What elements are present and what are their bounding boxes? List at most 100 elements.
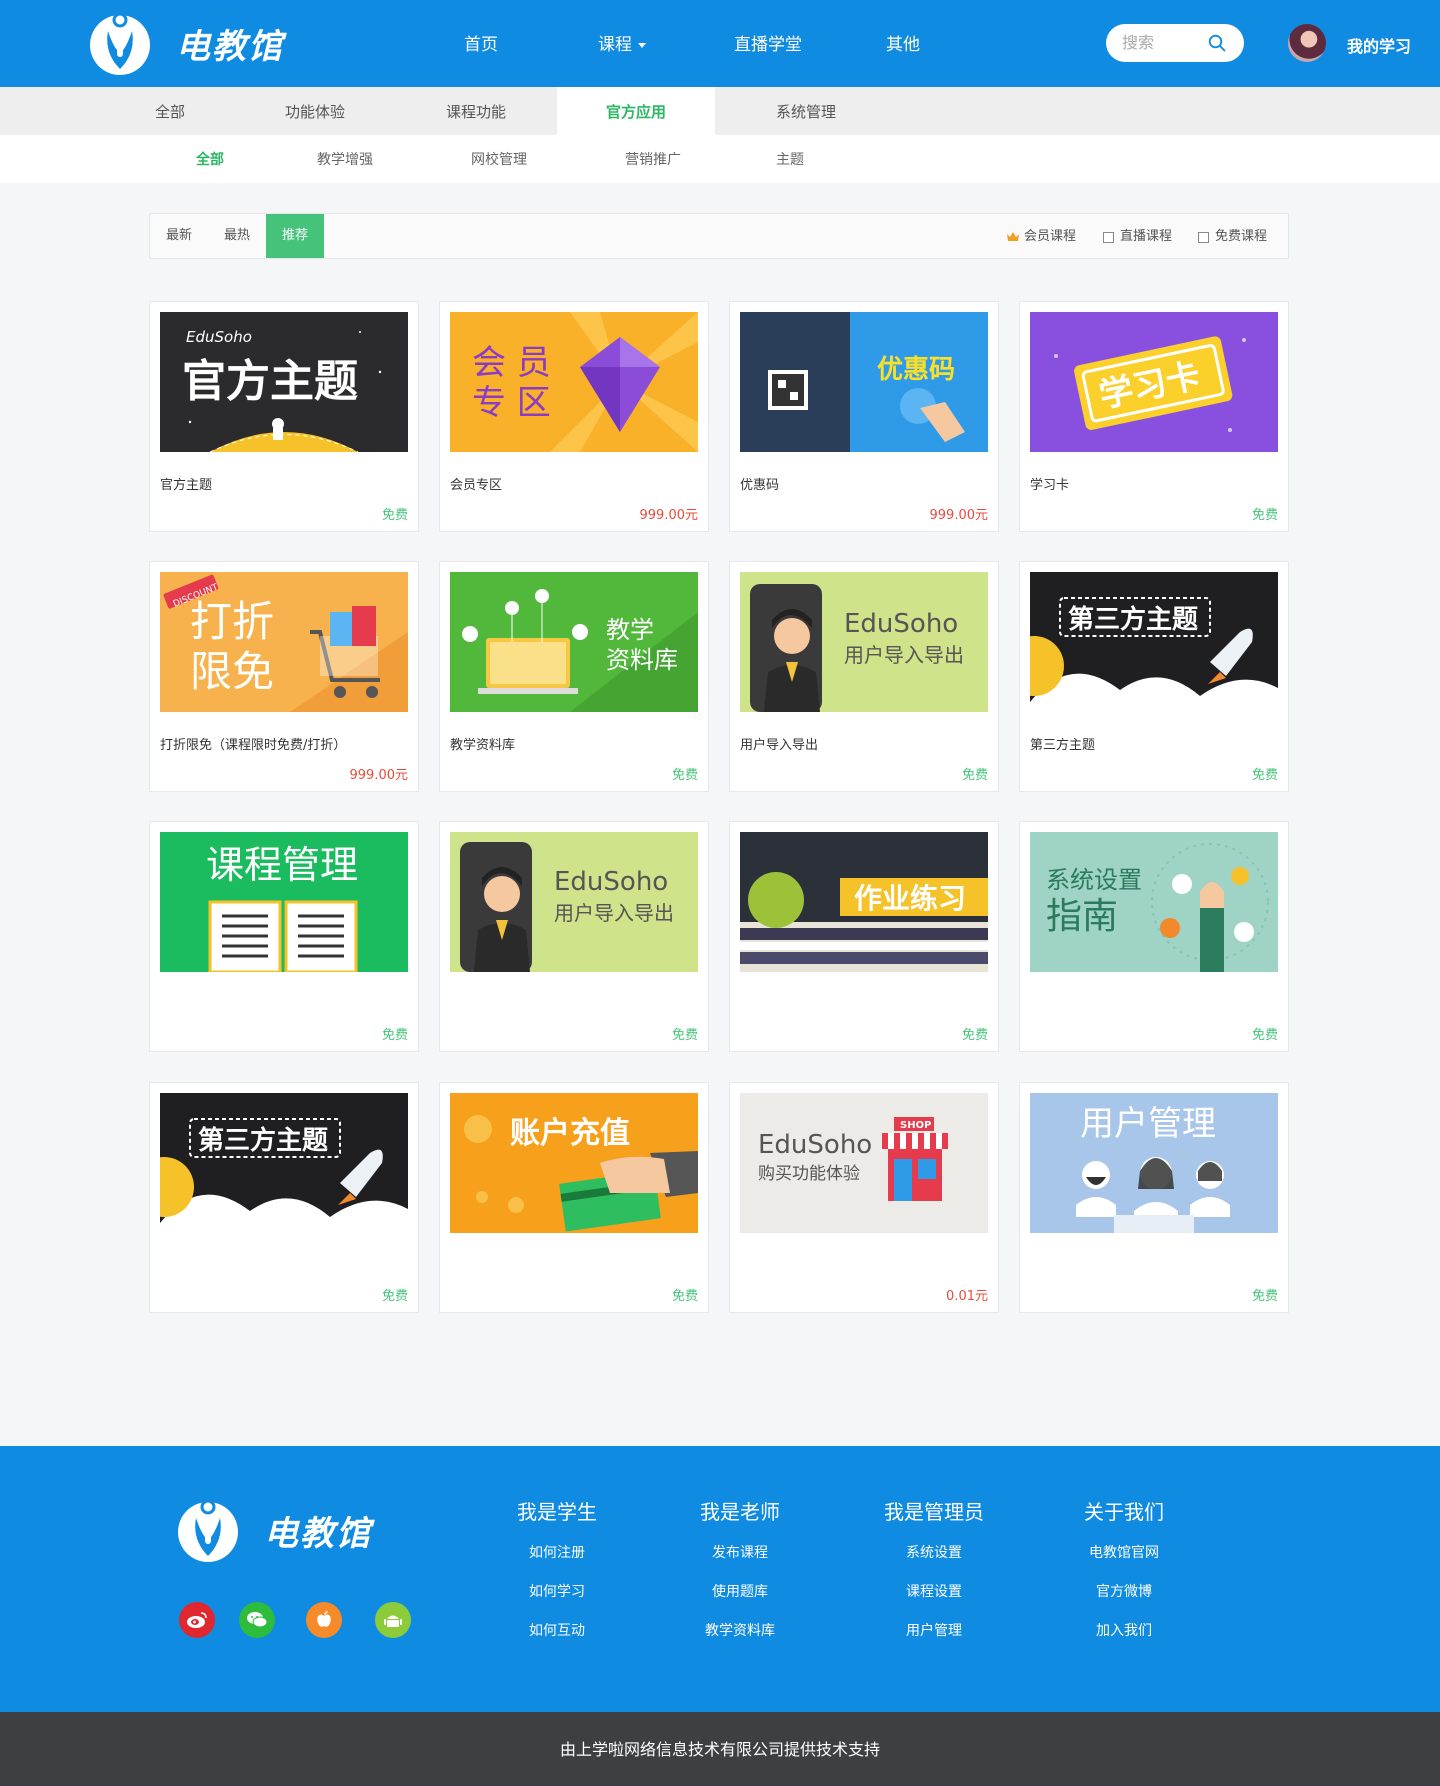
card-title[interactable]: 打折限免（课程限时免费/打折） [160, 734, 408, 753]
subtab-themes[interactable]: 主题 [760, 135, 820, 183]
android-icon[interactable] [375, 1602, 411, 1638]
footer-link[interactable]: 官方微博 [1044, 1582, 1204, 1621]
app-card[interactable]: EduSoho 用户导入导出 用户导入导出 免费 [729, 561, 999, 792]
card-price: 0.01元 [946, 1289, 988, 1304]
app-card[interactable]: 教学 资料库 教学资料库 免费 [439, 561, 709, 792]
app-card[interactable]: 会 员 专 区 会员专区 999.00元 [439, 301, 709, 532]
app-card[interactable]: 作业练习 免费 [729, 821, 999, 1052]
footer-link[interactable]: 如何注册 [477, 1543, 637, 1582]
sort-hottest[interactable]: 最热 [208, 214, 266, 258]
tab-course-features[interactable]: 课程功能 [421, 87, 531, 135]
app-card[interactable]: 账户充值 免费 [439, 1082, 709, 1313]
card-title[interactable]: 会员专区 [450, 474, 698, 493]
nav-home-label: 首页 [464, 35, 498, 55]
app-card[interactable]: EduSoho 用户导入导出 免费 [439, 821, 709, 1052]
filter-vip-label: 会员课程 [1024, 229, 1077, 244]
footer-link[interactable]: 电教馆官网 [1044, 1543, 1204, 1582]
filter-vip-courses[interactable]: 会员课程 [1007, 229, 1076, 245]
app-card[interactable]: 系统设置 指南 免费 [1019, 821, 1289, 1052]
footer-link[interactable]: 用户管理 [854, 1621, 1014, 1660]
search-box [1106, 24, 1244, 62]
footer-link[interactable]: 发布课程 [660, 1543, 820, 1582]
app-card[interactable]: 优惠码 优惠码 999.00元 [729, 301, 999, 532]
weibo-icon[interactable] [179, 1602, 215, 1638]
footer-link[interactable]: 教学资料库 [660, 1621, 820, 1660]
card-thumbnail[interactable]: DISCOUNT 打折 限免 [160, 572, 408, 712]
checkbox[interactable] [1103, 231, 1114, 243]
card-title[interactable]: 第三方主题 [1030, 734, 1278, 753]
app-card[interactable]: 第三方主题 免费 [149, 1082, 419, 1313]
tab-all[interactable]: 全部 [130, 87, 210, 135]
search-icon[interactable] [1208, 34, 1226, 52]
footer-col-teacher: 我是老师 发布课程 使用题库 教学资料库 [660, 1496, 820, 1660]
card-thumbnail[interactable]: EduSoho 官方主题 [160, 312, 408, 452]
filter-live-courses[interactable]: 直播课程 [1103, 229, 1172, 245]
app-card[interactable]: EduSoho 官方主题 官方主题 免费 [149, 301, 419, 532]
search-input[interactable] [1122, 33, 1202, 52]
nav-other[interactable]: 其他 [846, 0, 964, 87]
card-thumbnail[interactable]: EduSoho 购买功能体验 SHOP [740, 1093, 988, 1233]
filter-free-courses[interactable]: 免费课程 [1198, 229, 1267, 245]
avatar[interactable] [1288, 24, 1326, 62]
app-card[interactable]: EduSoho 购买功能体验 SHOP 0.01元 [729, 1082, 999, 1313]
nav-courses-label: 课程 [598, 35, 632, 55]
svg-text:资料库: 资料库 [606, 646, 678, 674]
subtab-school-management[interactable]: 网校管理 [459, 135, 539, 183]
footer-link[interactable]: 课程设置 [854, 1582, 1014, 1621]
app-card[interactable]: 学习卡 学习卡 免费 [1019, 301, 1289, 532]
card-price: 免费 [961, 1028, 988, 1043]
apple-icon[interactable] [306, 1602, 342, 1638]
svg-text:指南: 指南 [1046, 896, 1118, 937]
card-title[interactable]: 教学资料库 [450, 734, 698, 753]
subtab-all[interactable]: 全部 [175, 135, 245, 183]
card-thumbnail[interactable]: EduSoho 用户导入导出 [740, 572, 988, 712]
card-title[interactable]: 用户导入导出 [740, 734, 988, 753]
app-card[interactable]: 第三方主题 第三方主题 免费 [1019, 561, 1289, 792]
card-thumbnail[interactable]: 用户管理 [1030, 1093, 1278, 1233]
footer-link[interactable]: 加入我们 [1044, 1621, 1204, 1660]
app-card[interactable]: 用户管理 免费 [1019, 1082, 1289, 1313]
checkbox[interactable] [1198, 231, 1209, 243]
tab-feature-experience[interactable]: 功能体验 [260, 87, 370, 135]
logo[interactable]: 电教馆 [86, 9, 284, 77]
card-thumbnail[interactable]: 账户充值 [450, 1093, 698, 1233]
card-thumbnail[interactable]: EduSoho 用户导入导出 [450, 832, 698, 972]
nav-courses[interactable]: 课程 [542, 0, 690, 87]
nav-home[interactable]: 首页 [420, 0, 542, 87]
app-card[interactable]: DISCOUNT 打折 限免 打折限免（课程限时免费/打折） 999.00元 [149, 561, 419, 792]
card-title[interactable]: 官方主题 [160, 474, 408, 493]
footer-col-title: 关于我们 [1084, 1500, 1164, 1524]
card-thumbnail[interactable]: 第三方主题 [1030, 572, 1278, 712]
app-card[interactable]: 课程管理 免费 [149, 821, 419, 1052]
card-thumbnail[interactable]: 第三方主题 [160, 1093, 408, 1233]
footer-link[interactable]: 使用题库 [660, 1582, 820, 1621]
footer-link[interactable]: 如何学习 [477, 1582, 637, 1621]
tab-system-management[interactable]: 系统管理 [751, 87, 861, 135]
card-thumbnail[interactable]: 教学 资料库 [450, 572, 698, 712]
card-thumbnail[interactable]: 课程管理 [160, 832, 408, 972]
card-thumbnail[interactable]: 系统设置 指南 [1030, 832, 1278, 972]
subtab-teaching-enhance[interactable]: 教学增强 [305, 135, 385, 183]
nav-live[interactable]: 直播学堂 [690, 0, 846, 87]
tab-official-apps[interactable]: 官方应用 [557, 87, 715, 135]
wechat-icon[interactable] [239, 1602, 275, 1638]
svg-text:购买功能体验: 购买功能体验 [758, 1164, 860, 1184]
card-thumbnail[interactable]: 学习卡 [1030, 312, 1278, 452]
sort-recommended[interactable]: 推荐 [266, 214, 324, 258]
svg-text:账户充值: 账户充值 [510, 1116, 630, 1151]
card-thumbnail[interactable]: 优惠码 [740, 312, 988, 452]
footer-brand-name: 电教馆 [264, 1513, 372, 1554]
card-thumbnail[interactable]: 作业练习 [740, 832, 988, 972]
svg-text:作业练习: 作业练习 [854, 882, 966, 915]
my-study-link[interactable]: 我的学习 [1347, 33, 1411, 57]
svg-text:官方主题: 官方主题 [182, 356, 358, 407]
subtab-marketing[interactable]: 营销推广 [613, 135, 693, 183]
footer-brand[interactable]: 电教馆 [174, 1496, 372, 1564]
footer-link[interactable]: 如何互动 [477, 1621, 637, 1660]
footer-link[interactable]: 系统设置 [854, 1543, 1014, 1582]
card-title[interactable]: 学习卡 [1030, 474, 1278, 493]
card-thumbnail[interactable]: 会 员 专 区 [450, 312, 698, 452]
footer-col-student: 我是学生 如何注册 如何学习 如何互动 [477, 1496, 637, 1660]
card-title[interactable]: 优惠码 [740, 474, 988, 493]
sort-newest[interactable]: 最新 [150, 214, 208, 258]
